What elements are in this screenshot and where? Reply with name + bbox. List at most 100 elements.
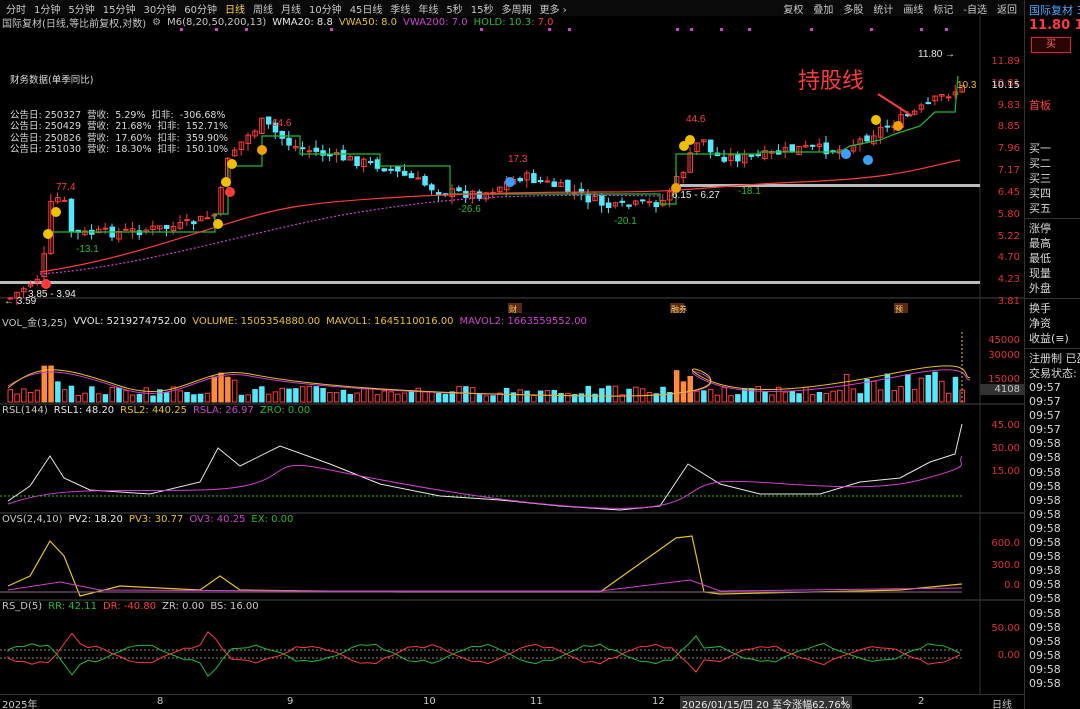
- toolbar-right-6[interactable]: -自选: [958, 1, 992, 16]
- rsla-label: RSLA: 26.97: [192, 405, 254, 416]
- signal-badge[interactable]: [213, 219, 223, 229]
- candle-body: [327, 154, 333, 157]
- toolbar-right-4[interactable]: 画线: [898, 1, 928, 16]
- signal-marker: [720, 28, 723, 31]
- period-tab-7[interactable]: 周线: [249, 1, 277, 16]
- period-tab-1[interactable]: 1分钟: [30, 1, 64, 16]
- period-tab-6[interactable]: 日线: [221, 1, 249, 16]
- signal-marker: [810, 28, 813, 31]
- fin-date: 公告日: 251030: [10, 144, 88, 155]
- period-tab-10[interactable]: 45日线: [346, 1, 387, 16]
- period-toolbar: 分时 1分钟 5分钟 15分钟 30分钟 60分钟 日线 周线 月线 10分钟 45日线 季线 年线 5秒…: [0, 0, 1024, 16]
- volume-bar: [463, 386, 469, 403]
- candle-body: [809, 144, 816, 147]
- volume-bar: [279, 387, 285, 403]
- trade-time-row: 09:58: [1029, 634, 1061, 648]
- volume-bar: [265, 393, 272, 403]
- fin-net: 扣非: 359.90%: [157, 132, 229, 144]
- period-tab-9[interactable]: 10分钟: [305, 1, 346, 16]
- volume-bar: [687, 376, 693, 403]
- toolbar-right-0[interactable]: 复权: [778, 1, 808, 16]
- volume-bar: [755, 385, 761, 403]
- toolbar-right-7[interactable]: 返回: [992, 1, 1022, 16]
- period-tab-3[interactable]: 15分钟: [99, 1, 140, 16]
- signal-badge[interactable]: [51, 207, 61, 217]
- signal-badge[interactable]: [43, 229, 53, 239]
- toolbar-right-3[interactable]: 统计: [868, 1, 898, 16]
- ovs-axis-label: 300.0: [991, 560, 1020, 571]
- signal-badge[interactable]: [893, 121, 903, 131]
- period-tab-5[interactable]: 60分钟: [180, 1, 221, 16]
- signal-badge[interactable]: [227, 159, 237, 169]
- candle-body: [381, 168, 387, 172]
- period-tab-4[interactable]: 30分钟: [139, 1, 180, 16]
- candle-body: [354, 156, 360, 167]
- signal-badge[interactable]: [863, 155, 873, 165]
- period-tab-13[interactable]: 5秒: [442, 1, 466, 16]
- quote-more-row: 换手: [1029, 302, 1051, 315]
- volume-bar: [272, 391, 279, 403]
- signal-badge[interactable]: [225, 187, 235, 197]
- trade-time-row: 09:58: [1029, 578, 1061, 592]
- volume-bar: [27, 391, 34, 403]
- signal-badge[interactable]: [671, 183, 681, 193]
- period-tab-8[interactable]: 月线: [277, 1, 305, 16]
- trough-label-3: -20.1: [614, 216, 637, 227]
- pv3-line: [7, 535, 963, 597]
- period-tab-12[interactable]: 年线: [414, 1, 442, 16]
- buy-button[interactable]: 买: [1031, 37, 1071, 53]
- toolbar-right-5[interactable]: 标记: [928, 1, 958, 16]
- volume-bar: [456, 386, 462, 403]
- signal-badge[interactable]: [41, 279, 51, 289]
- toolbar-right-1[interactable]: 叠加: [808, 1, 838, 16]
- period-tab-15[interactable]: 多周期: [498, 1, 536, 16]
- signal-badge[interactable]: [221, 177, 231, 187]
- candle-body: [163, 225, 170, 229]
- candle-body: [565, 179, 571, 192]
- price-axis-label: 7.96: [997, 143, 1020, 155]
- signal-badge[interactable]: [685, 135, 695, 145]
- volume-bar: [843, 373, 850, 403]
- candle-body: [646, 201, 653, 204]
- toolbar-right-2[interactable]: 多股: [838, 1, 868, 16]
- period-tab-0[interactable]: 分时: [2, 1, 30, 16]
- support-line-low: [0, 281, 980, 284]
- period-tab-11[interactable]: 季线: [386, 1, 414, 16]
- forecast-flag-text: 预: [895, 304, 903, 314]
- hold-line-annotation: 持股线: [798, 68, 864, 93]
- zro-label: ZRO: 0.00: [259, 405, 311, 416]
- volume-bar: [551, 390, 557, 403]
- candle-body: [789, 144, 795, 153]
- signal-badge[interactable]: [505, 177, 515, 187]
- rsl2-label: RSL2: 440.25: [120, 405, 187, 416]
- period-tab-16[interactable]: 更多 ›: [536, 1, 571, 16]
- signal-badge[interactable]: [257, 145, 267, 155]
- price-axis-label: 11.89: [991, 56, 1020, 67]
- signal-badge[interactable]: [841, 149, 851, 159]
- volume-bar: [830, 390, 836, 403]
- volume-bar: [490, 395, 496, 403]
- vvol-label: VVOL: 5219274752.00: [73, 316, 187, 327]
- period-tab-2[interactable]: 5分钟: [64, 1, 98, 16]
- candle-body: [306, 150, 313, 153]
- period-tab-14[interactable]: 15秒: [467, 1, 498, 16]
- mavol1-line: [7, 365, 971, 397]
- volume-bar: [381, 390, 387, 403]
- rsla-line: [7, 455, 963, 509]
- candle-body: [184, 219, 190, 222]
- x-month-8: 8: [157, 696, 164, 707]
- chart-area[interactable]: 77.4 -13.1 64.6 17.3 -26.6 44.6 -20.1 -18.1 3.85…: [0, 16, 1024, 709]
- volume-bar: [531, 395, 537, 403]
- volume-bar: [306, 385, 313, 403]
- price-axis-label: 5.80: [997, 208, 1020, 220]
- volume-legend: VOL_金(3,25) VVOL: 5219274752.00 VOLUME: …: [2, 315, 593, 329]
- volume-bar: [238, 394, 245, 403]
- main-legend: 国际复材(日线,等比前复权,对数) ⚙ M6(8,20,50,200,13) W…: [2, 16, 560, 30]
- x-month-10: 10: [423, 696, 436, 707]
- settings-icon[interactable]: ⚙: [152, 17, 161, 28]
- rsd-axis-label: 50.00: [991, 623, 1020, 634]
- signal-badge[interactable]: [871, 115, 881, 125]
- rsl-legend: RSL(144) RSL1: 48.20 RSL2: 440.25 RSLA: …: [2, 404, 316, 417]
- volume-bar: [286, 388, 292, 403]
- financial-row: 公告日: 250826 营收: 17.60% 扣非: 359.90%: [10, 133, 228, 145]
